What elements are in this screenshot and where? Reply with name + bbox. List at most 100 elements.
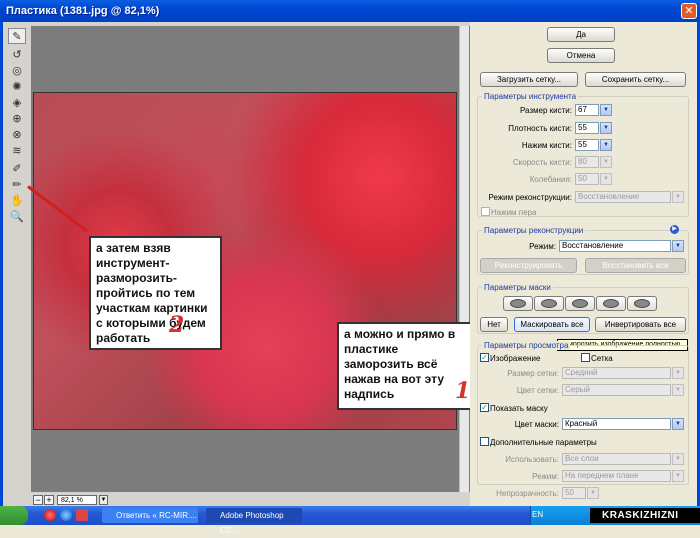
vertical-scrollbar[interactable] xyxy=(459,26,469,492)
browser-icon[interactable] xyxy=(60,509,72,521)
zoom-field[interactable]: 82,1 % xyxy=(57,495,97,505)
brush-pressure-dropdown-icon[interactable]: ▼ xyxy=(600,139,612,151)
mesh-size-dropdown-icon[interactable]: ▼ xyxy=(672,367,684,379)
backdrop-mode-dropdown-icon[interactable]: ▼ xyxy=(672,470,684,482)
use-select[interactable]: Все слои xyxy=(562,453,671,465)
ok-button[interactable]: Да xyxy=(547,27,615,42)
brush-density-label: Плотность кисти: xyxy=(508,124,572,133)
mask-invert-icon[interactable] xyxy=(627,296,657,311)
show-mask-checkbox[interactable]: ✓ xyxy=(480,403,489,412)
mask-subtract-icon[interactable] xyxy=(565,296,595,311)
show-mask-label: Показать маску xyxy=(490,404,548,413)
brush-size-label: Размер кисти: xyxy=(519,106,572,115)
close-button[interactable]: ✕ xyxy=(681,3,697,19)
mask-color-dropdown-icon[interactable]: ▼ xyxy=(672,418,684,430)
annotation-text-2: а затем взяв инструмент-разморозить- про… xyxy=(96,241,208,345)
show-image-checkbox[interactable]: ✓ xyxy=(480,353,489,362)
taskbar-item-browser[interactable]: Ответить « RC-MIR.... xyxy=(102,508,198,523)
expand-icon[interactable]: ▶ xyxy=(670,225,679,234)
brush-size-dropdown-icon[interactable]: ▼ xyxy=(600,104,612,116)
mask-options-title: Параметры маски xyxy=(482,283,553,292)
mesh-size-label: Размер сетки: xyxy=(507,369,559,378)
mask-color-select[interactable]: Красный xyxy=(562,418,671,430)
cancel-button[interactable]: Отмена xyxy=(547,48,615,63)
recon-options-title: Параметры реконструкции xyxy=(482,226,586,235)
mesh-size-select[interactable]: Средний xyxy=(562,367,671,379)
load-mesh-button[interactable]: Загрузить сетку... xyxy=(480,72,578,87)
opacity-field[interactable]: 50 xyxy=(562,487,586,499)
zoom-out-button[interactable]: − xyxy=(33,495,43,505)
recon-mode-label-2: Режим: xyxy=(529,242,556,251)
show-image-label: Изображение xyxy=(490,354,541,363)
brush-rate-dropdown-icon[interactable]: ▼ xyxy=(600,156,612,168)
extra-options-label: Дополнительные параметры xyxy=(490,438,597,447)
mesh-color-label: Цвет сетки: xyxy=(516,386,559,395)
zoom-icon[interactable]: 🔍 xyxy=(8,208,26,224)
annotation-number-2: 2 xyxy=(169,312,185,338)
annotation-number-1: 1 xyxy=(455,378,471,404)
stylus-checkbox[interactable] xyxy=(481,207,490,216)
turbulence-field[interactable]: 50 xyxy=(575,173,599,185)
mask-color-label: Цвет маски: xyxy=(514,420,559,429)
view-options-title: Параметры просмотра xyxy=(482,341,571,350)
watermark-brand: KRASKIZHIZNI xyxy=(590,508,700,523)
hand-icon[interactable]: ✋ xyxy=(8,192,26,208)
mask-intersect-icon[interactable] xyxy=(596,296,626,311)
language-indicator[interactable]: EN xyxy=(532,510,543,519)
restore-all-button[interactable]: Восстановить все xyxy=(585,258,686,273)
forward-warp-icon[interactable]: ✎ xyxy=(8,28,26,44)
quicklaunch-icon[interactable] xyxy=(76,509,88,521)
taskbar-item-photoshop[interactable]: Adobe Photoshop CS... xyxy=(206,508,302,535)
twirl-icon[interactable]: ◎ xyxy=(8,62,26,78)
brush-pressure-label: Нажим кисти: xyxy=(521,141,572,150)
mask-all-button[interactable]: Маскировать все xyxy=(514,317,590,332)
save-mesh-button[interactable]: Сохранить сетку... xyxy=(585,72,686,87)
use-label: Использовать: xyxy=(505,455,559,464)
annotation-callout-1: а можно и прямо в пластике заморозить вс… xyxy=(337,322,472,410)
brush-pressure-field[interactable]: 55 xyxy=(575,139,599,151)
zoom-dropdown-icon[interactable]: ▼ xyxy=(99,495,108,505)
brush-rate-label: Скорость кисти: xyxy=(512,158,572,167)
brush-rate-field[interactable]: 80 xyxy=(575,156,599,168)
opacity-label: Непрозрачность: xyxy=(496,489,559,498)
turbulence-icon[interactable]: ≋ xyxy=(8,142,26,158)
brush-density-field[interactable]: 55 xyxy=(575,122,599,134)
use-dropdown-icon[interactable]: ▼ xyxy=(672,453,684,465)
recon-mode-dropdown-icon[interactable]: ▼ xyxy=(672,191,684,203)
brush-density-dropdown-icon[interactable]: ▼ xyxy=(600,122,612,134)
annotation-text-1: а можно и прямо в пластике заморозить вс… xyxy=(344,327,456,401)
start-button[interactable] xyxy=(0,506,28,525)
invert-all-button[interactable]: Инвертировать все xyxy=(595,317,686,332)
window-title: Пластика (1381.jpg @ 82,1%) xyxy=(6,5,160,17)
title-bar: Пластика (1381.jpg @ 82,1%) ✕ xyxy=(0,0,700,22)
recon-mode-field[interactable]: Восстановление xyxy=(575,191,671,203)
brush-size-field[interactable]: 67 xyxy=(575,104,599,116)
push-left-icon[interactable]: ⊕ xyxy=(8,110,26,126)
pucker-icon[interactable]: ✺ xyxy=(8,78,26,94)
freeze-mask-icon[interactable]: ✐ xyxy=(8,160,26,176)
zoom-in-button[interactable]: + xyxy=(44,495,54,505)
mask-none-button[interactable]: Нет xyxy=(480,317,508,332)
recon-mode-select[interactable]: Восстановление xyxy=(559,240,671,252)
opera-icon[interactable] xyxy=(44,509,56,521)
recon-mode-label: Режим реконструкции: xyxy=(488,193,572,202)
bloat-icon[interactable]: ◈ xyxy=(8,94,26,110)
tool-options-title: Параметры инструмента xyxy=(482,92,579,101)
turbulence-dropdown-icon[interactable]: ▼ xyxy=(600,173,612,185)
thaw-mask-icon[interactable]: ✏ xyxy=(8,176,26,192)
backdrop-mode-select[interactable]: На переднем плане xyxy=(562,470,671,482)
mask-replace-icon[interactable] xyxy=(503,296,533,311)
backdrop-mode-label: Режим: xyxy=(532,472,559,481)
recon-mode-select-icon[interactable]: ▼ xyxy=(672,240,684,252)
show-mesh-label: Сетка xyxy=(591,354,613,363)
mask-add-icon[interactable] xyxy=(534,296,564,311)
opacity-dropdown-icon[interactable]: ▼ xyxy=(587,487,599,499)
stylus-label: Нажим пера xyxy=(491,208,537,217)
show-mesh-checkbox[interactable] xyxy=(581,353,590,362)
extra-options-checkbox[interactable] xyxy=(480,437,489,446)
mirror-icon[interactable]: ⊗ xyxy=(8,126,26,142)
reconstruct-button[interactable]: Реконструировать xyxy=(480,258,577,273)
mesh-color-select[interactable]: Серый xyxy=(562,384,671,396)
mesh-color-dropdown-icon[interactable]: ▼ xyxy=(672,384,684,396)
reconstruct-icon[interactable]: ↺ xyxy=(8,46,26,62)
